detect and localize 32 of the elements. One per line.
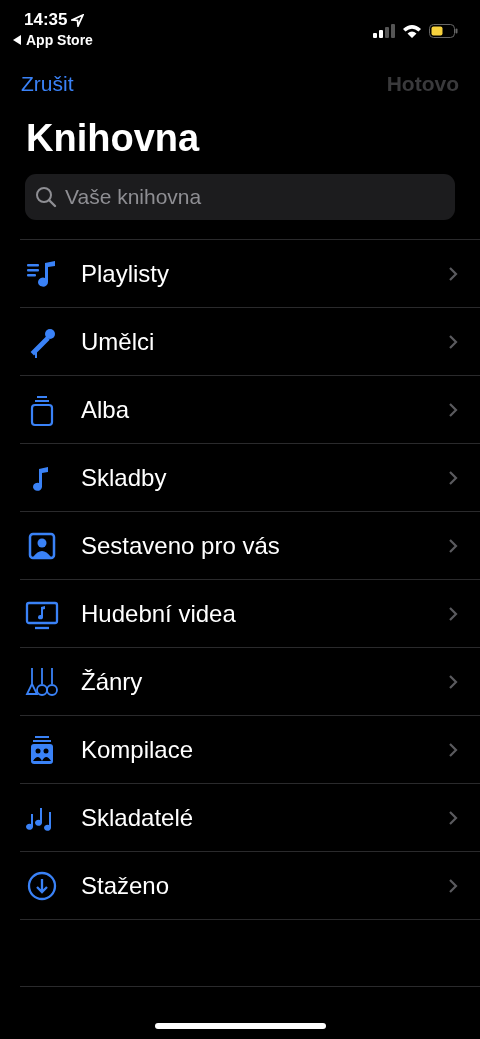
search-bar[interactable]: Vaše knihovna: [25, 174, 455, 220]
chevron-icon: [448, 673, 458, 690]
library-item[interactable]: Umělci: [20, 308, 480, 376]
clock-time: 14:35: [24, 10, 68, 30]
chevron-icon: [448, 265, 458, 282]
wifi-icon: [402, 24, 422, 38]
chevron-icon: [448, 605, 458, 622]
chevron-icon: [448, 537, 458, 554]
chevron-icon: [448, 809, 458, 826]
location-arrow-icon: [71, 13, 85, 27]
back-app-link[interactable]: App Store: [26, 32, 93, 48]
chevron-icon: [448, 469, 458, 486]
library-item[interactable]: Alba: [20, 376, 480, 444]
search-icon: [35, 186, 57, 208]
chevron-icon: [448, 877, 458, 894]
page-title: Knihovna: [26, 116, 201, 160]
library-item[interactable]: Skladby: [20, 444, 480, 512]
signal-icon: [373, 24, 395, 38]
search-field[interactable]: Vaše knihovna: [63, 184, 445, 210]
chevron-icon: [448, 333, 458, 350]
library-item[interactable]: Žánry: [20, 648, 480, 716]
chevron-icon: [448, 741, 458, 758]
battery-icon: [429, 24, 458, 38]
back-triangle-icon[interactable]: [13, 35, 22, 45]
library-item[interactable]: Kompilace: [20, 716, 480, 784]
library-item[interactable]: Hudební videa: [20, 580, 480, 648]
library-item[interactable]: Staženo: [20, 852, 480, 920]
library-item[interactable]: Playlisty: [20, 240, 480, 308]
library-item[interactable]: Sestaveno pro vás: [20, 512, 480, 580]
library-item[interactable]: Skladatelé: [20, 784, 480, 852]
cancel-button[interactable]: Zrušit: [21, 72, 74, 96]
chevron-icon: [448, 401, 458, 418]
